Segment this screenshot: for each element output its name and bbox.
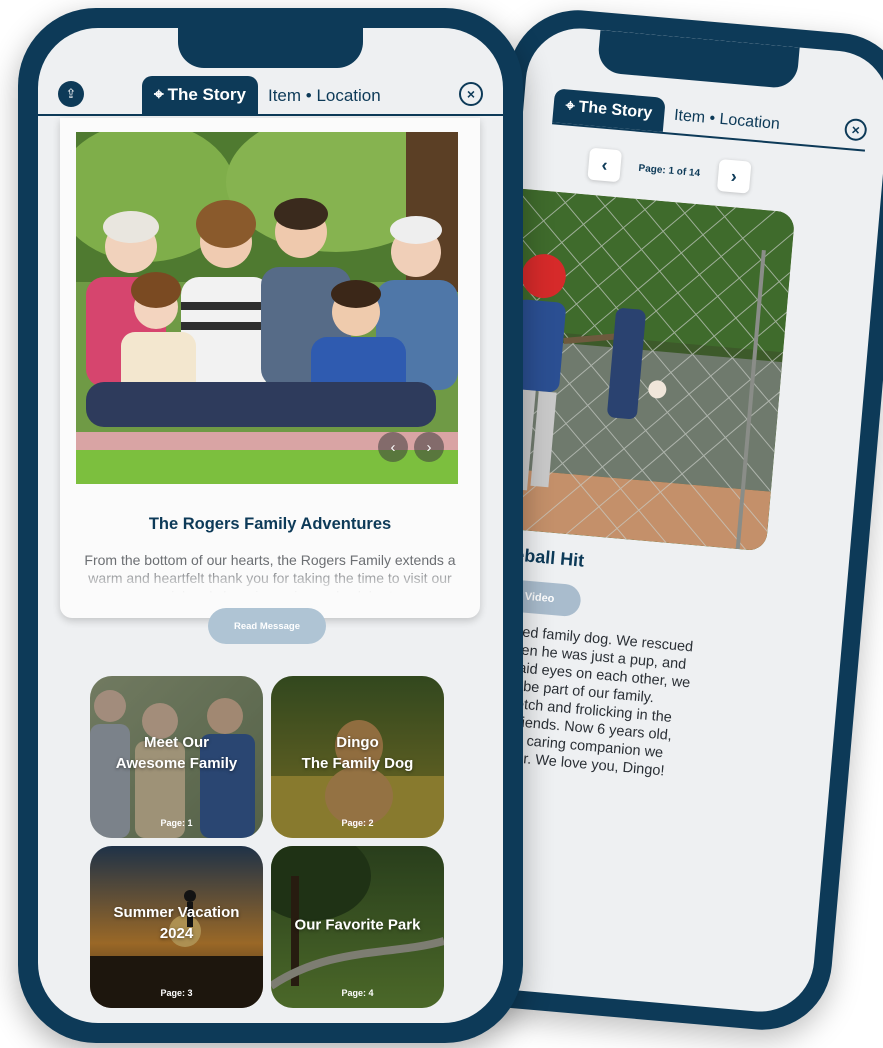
front-phone: ⇪ ⌖ The Story Item • Location × ‹ › The … (18, 8, 523, 1043)
front-tab-bar: ⇪ ⌖ The Story Item • Location × (38, 76, 503, 116)
close-icon[interactable]: × (459, 82, 483, 106)
tile-page: Page: 3 (160, 988, 193, 998)
back-tab-the-story-label: The Story (577, 98, 653, 122)
tile-page: Page: 2 (341, 818, 374, 828)
back-notch (596, 30, 800, 90)
story-tile-grid: Meet Our Awesome Family Page: 1 Dingo Th… (90, 676, 450, 1008)
close-icon[interactable]: × (843, 117, 868, 142)
family-photo: ‹ › (76, 132, 458, 484)
back-tab-item-location[interactable]: Item • Location (663, 98, 792, 143)
page-indicator: Page: 1 of 14 (638, 162, 701, 179)
back-pager: ‹ Page: 1 of 14 › (587, 147, 752, 194)
hero-title: The Rogers Family Adventures (148, 515, 392, 533)
hero-card: ‹ › The Rogers Family Adventures From th… (60, 118, 480, 618)
story-tile[interactable]: Dingo The Family Dog Page: 2 (271, 676, 444, 838)
tile-title: Dingo The Family Dog (301, 733, 414, 772)
chevron-left-icon[interactable]: ‹ (587, 147, 623, 183)
tile-page: Page: 4 (341, 988, 374, 998)
compass-icon: ⌖ (564, 97, 576, 116)
chevron-right-icon[interactable]: › (716, 158, 752, 194)
tab-the-story-label: The Story (167, 85, 246, 104)
story-tile[interactable]: Summer Vacation 2024 Page: 3 (90, 846, 263, 1008)
back-tab-bar: ⌖ The Story Item • Location × (552, 84, 869, 152)
chevron-right-icon[interactable]: › (414, 432, 444, 462)
story-tile[interactable]: Our Favorite Park Page: 4 (271, 846, 444, 1008)
tile-page: Page: 1 (160, 818, 193, 828)
tab-item-location[interactable]: Item • Location (258, 78, 391, 114)
tab-the-story[interactable]: ⌖ The Story (142, 76, 258, 114)
read-message-button[interactable]: Read Message (208, 608, 326, 644)
story-tile[interactable]: Meet Our Awesome Family Page: 1 (90, 676, 263, 838)
front-notch (178, 28, 363, 68)
front-phone-screen: ⇪ ⌖ The Story Item • Location × ‹ › The … (38, 28, 503, 1023)
hero-description: From the bottom of our hearts, the Roger… (84, 552, 456, 593)
tile-title: Meet Our Awesome Family (115, 733, 238, 772)
tile-title: Summer Vacation 2024 (113, 903, 240, 942)
share-icon[interactable]: ⇪ (58, 81, 84, 107)
compass-icon: ⌖ (154, 85, 164, 104)
back-tab-the-story[interactable]: ⌖ The Story (552, 88, 666, 132)
chevron-left-icon[interactable]: ‹ (378, 432, 408, 462)
tile-title: Our Favorite Park (294, 916, 421, 934)
